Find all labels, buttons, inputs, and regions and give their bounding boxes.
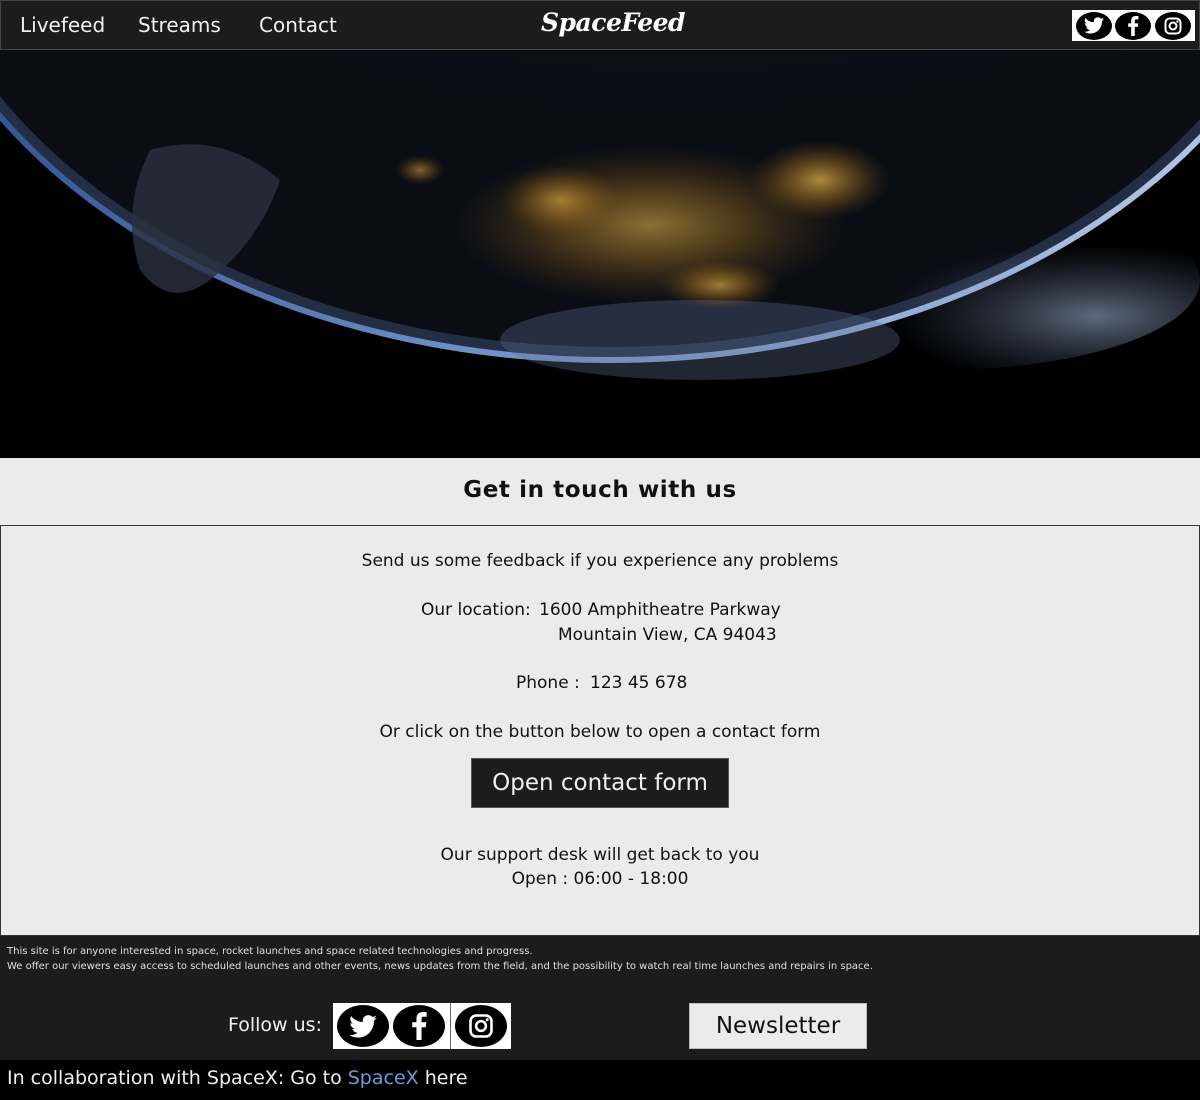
feedback-text: Send us some feedback if you experience … [361, 551, 839, 571]
collaboration-suffix: here [418, 1067, 468, 1089]
social-divider [449, 1003, 451, 1049]
hero-earth-image [0, 50, 1200, 458]
footer-about-line-1: This site is for anyone interested in sp… [7, 946, 533, 957]
collaboration-text: In collaboration with SpaceX: Go to Spac… [7, 1067, 468, 1089]
social-links-header [1072, 10, 1195, 41]
nav-link-livefeed[interactable]: Livefeed [20, 13, 105, 37]
open-contact-form-button[interactable]: Open contact form [471, 758, 729, 808]
follow-us-label: Follow us: [228, 1014, 322, 1036]
newsletter-button[interactable]: Newsletter [689, 1003, 867, 1049]
collaboration-prefix: In collaboration with SpaceX: Go to [7, 1067, 348, 1089]
location-label: Our location: [421, 600, 531, 620]
site-logo[interactable]: SpaceFeed [541, 8, 686, 37]
instagram-icon[interactable] [454, 1005, 507, 1047]
twitter-icon[interactable] [1075, 11, 1112, 40]
spacex-link[interactable]: SpaceX [348, 1067, 419, 1089]
support-desk-text: Our support desk will get back to you [440, 845, 760, 865]
location-line-2: Mountain View, CA 94043 [558, 625, 777, 645]
twitter-icon[interactable] [337, 1005, 390, 1047]
page-title: Get in touch with us [463, 477, 737, 503]
footer-about-line-2: We offer our viewers easy access to sche… [7, 961, 873, 972]
nav-link-streams[interactable]: Streams [138, 13, 221, 37]
location-line-1: 1600 Amphitheatre Parkway [539, 600, 781, 620]
contact-form-prompt: Or click on the button below to open a c… [379, 722, 821, 742]
facebook-icon[interactable] [1115, 11, 1152, 40]
social-links-footer [333, 1003, 511, 1049]
phone-label: Phone : [516, 673, 580, 693]
nav-link-contact[interactable]: Contact [259, 13, 337, 37]
opening-hours-text: Open : 06:00 - 18:00 [511, 869, 689, 889]
instagram-icon[interactable] [1155, 11, 1192, 40]
phone-number: 123 45 678 [590, 673, 688, 693]
facebook-icon[interactable] [393, 1005, 446, 1047]
top-navigation-bar: Livefeed Streams Contact SpaceFeed [0, 0, 1200, 50]
earth-night-illustration [0, 50, 1200, 458]
